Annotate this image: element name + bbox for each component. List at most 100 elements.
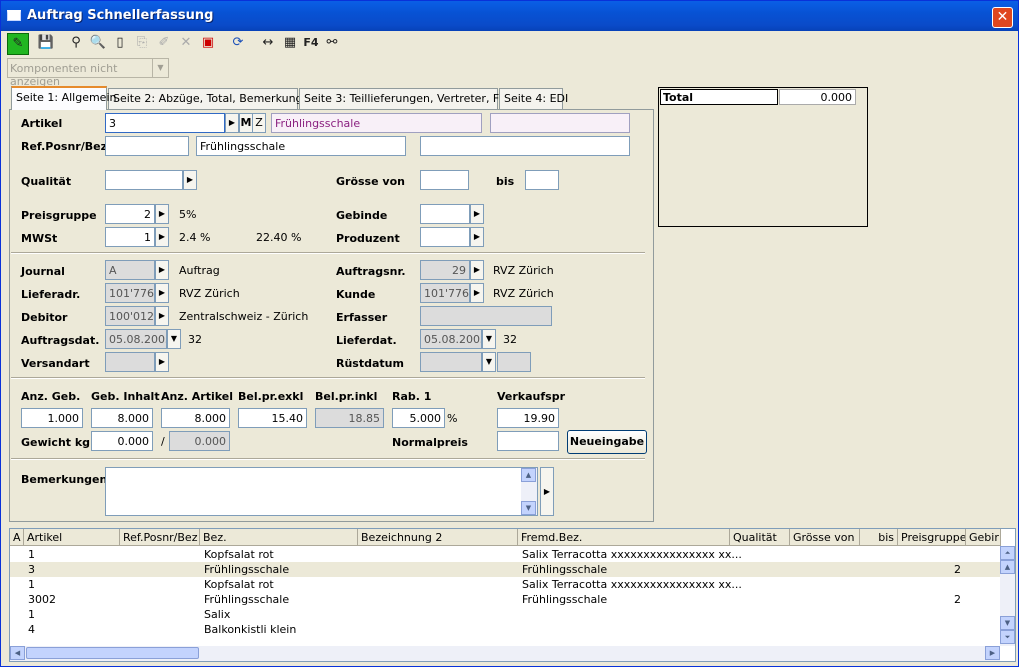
produzent-arrow-icon[interactable]: ▶ [470, 227, 484, 247]
lieferadr-arrow-icon[interactable]: ▶ [155, 283, 169, 303]
scroll-down-icon[interactable]: ▼ [521, 501, 536, 515]
bemerkungen-textarea[interactable] [105, 467, 538, 516]
gebinde-arrow-icon[interactable]: ▶ [470, 204, 484, 224]
tab-abzuege[interactable]: Seite 2: Abzüge, Total, Bemerkungen [108, 88, 316, 109]
artikel-extra-field[interactable] [490, 113, 630, 133]
refpos-input[interactable] [105, 136, 189, 156]
verkaufspr-input[interactable]: 19.90 [497, 408, 559, 428]
scroll-down-icon[interactable]: ▼ [1000, 616, 1015, 630]
anzgeb-input[interactable]: 1.000 [21, 408, 83, 428]
belprexkl-input[interactable]: 15.40 [238, 408, 307, 428]
scroll-left-icon[interactable]: ◀ [10, 646, 25, 660]
width-icon[interactable]: ↔ [257, 33, 279, 55]
kunde-arrow-icon[interactable]: ▶ [470, 283, 484, 303]
normalpreis-input[interactable] [497, 431, 559, 451]
tool-icon[interactable]: ✐ [153, 33, 175, 55]
auftragsnr-input[interactable]: 29 [420, 260, 470, 280]
belprinkl-input[interactable]: 18.85 [315, 408, 384, 428]
column-header-bis[interactable]: bis [860, 529, 898, 546]
ruestdatum-time-input[interactable] [497, 352, 531, 372]
auftragsdat-input[interactable]: 05.08.2003 [105, 329, 167, 349]
table-row[interactable]: 1 Kopfsalat rot Salix Terracotta xxxxxxx… [10, 577, 1000, 592]
horizontal-scrollbar[interactable]: ◀ ▶ [10, 646, 1000, 661]
gewicht-input[interactable]: 0.000 [91, 431, 153, 451]
column-header-refpos[interactable]: Ref.Posnr/Bez [120, 529, 200, 546]
lieferadr-input[interactable]: 101'776 [105, 283, 155, 303]
artikel-m-button[interactable]: M [239, 113, 253, 133]
scroll-up-icon[interactable]: ▲ [1000, 560, 1015, 574]
column-header-bez[interactable]: Bez. [200, 529, 358, 546]
produzent-input[interactable] [420, 227, 470, 247]
auftragsdat-chevron-down-icon[interactable]: ▼ [167, 329, 181, 349]
column-header-gebinde[interactable]: Gebir [966, 529, 1001, 546]
scroll-bottom-icon[interactable]: ⏷ [1000, 630, 1015, 644]
refbez2-input[interactable] [420, 136, 630, 156]
column-header-artikel[interactable]: Artikel [24, 529, 120, 546]
preisgruppe-arrow-icon[interactable]: ▶ [155, 204, 169, 224]
new-document-icon[interactable]: ▯ [109, 33, 131, 55]
copy-icon[interactable]: ⎘ [131, 33, 153, 55]
versandart-input[interactable] [105, 352, 155, 372]
gebinde-input[interactable] [420, 204, 470, 224]
bis-input[interactable] [525, 170, 559, 190]
column-header-preisgruppe[interactable]: Preisgruppe [898, 529, 966, 546]
save-icon[interactable]: 💾 [35, 33, 57, 55]
lieferdat-chevron-down-icon[interactable]: ▼ [482, 329, 496, 349]
column-header-groesse[interactable]: Grösse von [790, 529, 860, 546]
gewicht-total-input[interactable]: 0.000 [169, 431, 230, 451]
mwst-arrow-icon[interactable]: ▶ [155, 227, 169, 247]
ruestdatum-input[interactable] [420, 352, 482, 372]
table-row[interactable]: 3002 Frühlingsschale Frühlingsschale 2 [10, 592, 1000, 607]
f4-icon[interactable]: F4 [301, 33, 321, 55]
table-row[interactable]: 1 Salix [10, 607, 1000, 622]
find-binoculars-icon[interactable]: ⚲ [65, 33, 87, 55]
vertical-scrollbar[interactable]: ⏶ ▲ ▼ ⏷ [1000, 546, 1015, 646]
table-row[interactable]: 1 Kopfsalat rot Salix Terracotta xxxxxxx… [10, 547, 1000, 562]
tab-allgemein[interactable]: Seite 1: Allgemein [11, 86, 116, 110]
column-header-bezeichnung2[interactable]: Bezeichnung 2 [358, 529, 518, 546]
artikel-input[interactable]: 3 [105, 113, 225, 133]
ruestdatum-chevron-down-icon[interactable]: ▼ [482, 352, 496, 372]
journal-arrow-icon[interactable]: ▶ [155, 260, 169, 280]
search-zoom-icon[interactable]: 🔍 [87, 33, 109, 55]
neueingabe-button[interactable]: Neueingabe [567, 430, 647, 454]
artikel-name-field[interactable]: Frühlingsschale [271, 113, 482, 133]
qualitaet-input[interactable] [105, 170, 183, 190]
anzartikel-input[interactable]: 8.000 [161, 408, 230, 428]
bemerkungen-scrollbar[interactable]: ▲ ▼ [521, 468, 537, 515]
calendar-icon[interactable]: ▦ [279, 33, 301, 55]
table-row[interactable]: 4 Balkonkistli klein [10, 622, 1000, 637]
title-bar[interactable]: Auftrag Schnellerfassung ✕ [1, 1, 1018, 31]
close-button[interactable]: ✕ [992, 7, 1013, 28]
lookup-icon[interactable]: ⚯ [321, 33, 343, 55]
preisgruppe-input[interactable]: 2 [105, 204, 155, 224]
delete-record-icon[interactable]: ▣ [197, 33, 219, 55]
tab-teillieferungen[interactable]: Seite 3: Teillieferungen, Vertreter, FIB… [299, 88, 518, 109]
column-header-fremdbez[interactable]: Fremd.Bez. [518, 529, 730, 546]
chevron-down-icon[interactable]: ▼ [152, 59, 168, 77]
scroll-up-icon[interactable]: ▲ [521, 468, 536, 482]
journal-input[interactable]: A [105, 260, 155, 280]
lieferdat-input[interactable]: 05.08.2003 [420, 329, 482, 349]
rab-input[interactable]: 5.000 [392, 408, 445, 428]
column-header-qualitaet[interactable]: Qualität [730, 529, 790, 546]
debitor-input[interactable]: 100'012 [105, 306, 155, 326]
column-header-a[interactable]: A [10, 529, 24, 546]
edit-pencil-icon[interactable]: ✎ [7, 33, 29, 55]
artikel-z-button[interactable]: Z [252, 113, 266, 133]
auftragsnr-arrow-icon[interactable]: ▶ [470, 260, 484, 280]
tab-edi[interactable]: Seite 4: EDI [499, 88, 568, 109]
erfasser-input[interactable] [420, 306, 552, 326]
order-lines-table[interactable]: A Artikel Ref.Posnr/Bez Bez. Bezeichnung… [9, 528, 1016, 662]
scroll-right-icon[interactable]: ▶ [985, 646, 1000, 660]
versandart-arrow-icon[interactable]: ▶ [155, 352, 169, 372]
kunde-input[interactable]: 101'776 [420, 283, 470, 303]
bemerkungen-arrow-icon[interactable]: ▶ [540, 467, 554, 516]
delete-x-icon[interactable]: ✕ [175, 33, 197, 55]
gebinhalt-input[interactable]: 8.000 [91, 408, 153, 428]
groesse-input[interactable] [420, 170, 469, 190]
scroll-thumb[interactable] [26, 647, 199, 659]
refresh-icon[interactable]: ⟳ [227, 33, 249, 55]
scroll-top-icon[interactable]: ⏶ [1000, 546, 1015, 560]
mwst-input[interactable]: 1 [105, 227, 155, 247]
